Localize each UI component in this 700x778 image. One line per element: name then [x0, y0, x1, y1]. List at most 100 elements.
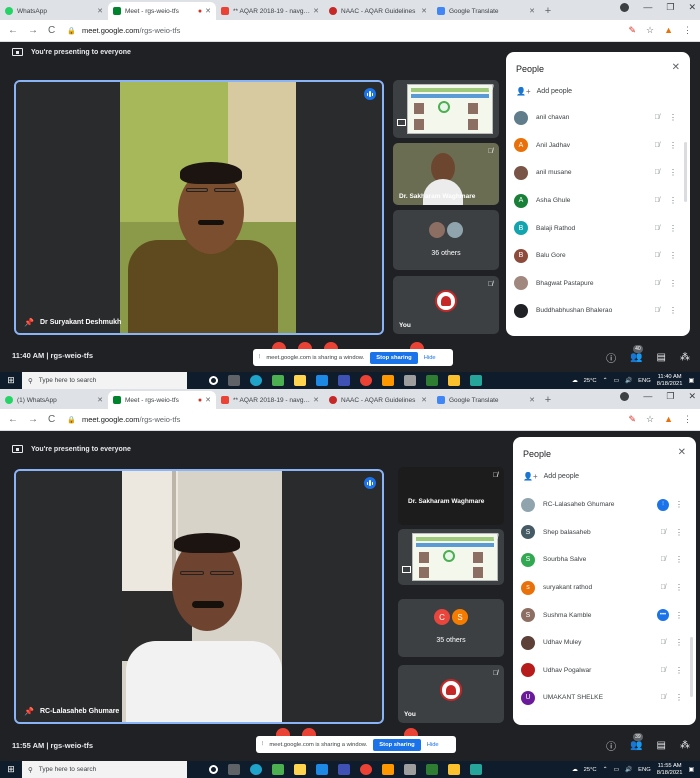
presentation-tile[interactable]: 🎙̸: [393, 80, 499, 138]
info-icon[interactable]: ⓘ: [606, 738, 616, 753]
windows-start-icon[interactable]: ⊞: [0, 375, 22, 386]
files-icon[interactable]: [382, 375, 394, 386]
excel-icon[interactable]: [426, 764, 438, 775]
weather-icon[interactable]: ☁: [572, 767, 578, 773]
browser-tab-active[interactable]: Meet - rgs-weio-tfs ● ✕: [108, 391, 216, 409]
chat-icon[interactable]: ▤: [657, 740, 666, 751]
camera-in-use-icon[interactable]: ✎: [628, 25, 636, 36]
shield-icon[interactable]: [448, 764, 460, 775]
more-options-icon[interactable]: ⋮: [666, 113, 680, 122]
url-field[interactable]: 🔒 meet.google.com/rgs-weio-tfs: [67, 415, 180, 424]
participant-row[interactable]: S Shep balasaheb 🎙̸ ⋮: [521, 519, 686, 547]
stop-sharing-button[interactable]: Stop sharing: [370, 351, 418, 364]
participant-row[interactable]: U UMAKANT SHELKE 🎙̸ ⋮: [521, 684, 686, 712]
back-icon[interactable]: ←: [8, 25, 18, 36]
scrollbar[interactable]: [690, 637, 693, 697]
new-tab-button[interactable]: +: [540, 2, 556, 20]
more-options-icon[interactable]: ⋮: [672, 666, 686, 675]
store-icon[interactable]: [272, 764, 284, 775]
menu-icon[interactable]: ⋮: [683, 25, 692, 36]
lock-app-icon[interactable]: [294, 764, 306, 775]
mic-button[interactable]: [276, 728, 290, 736]
files-icon[interactable]: [382, 764, 394, 775]
people-icon[interactable]: 👥 39: [630, 733, 643, 751]
more-options-icon[interactable]: ⋮: [666, 168, 680, 177]
task-view-icon[interactable]: [228, 764, 240, 775]
menu-icon[interactable]: ⋮: [683, 414, 692, 425]
close-window-icon[interactable]: ✕: [688, 2, 696, 13]
lock-app-icon[interactable]: [294, 375, 306, 386]
participant-row[interactable]: anil musane 🎙̸ ⋮: [514, 159, 680, 187]
main-video-tile[interactable]: 📌 RC-Lalasaheb Ghumare: [14, 469, 384, 724]
browser-tab[interactable]: Google Translate ✕: [432, 2, 540, 20]
maximize-icon[interactable]: ❐: [666, 2, 674, 13]
close-tab-icon[interactable]: ✕: [421, 396, 427, 404]
edge-icon[interactable]: [250, 375, 262, 386]
browser-tab[interactable]: Google Translate ✕: [432, 391, 540, 409]
activities-icon[interactable]: ⁂: [680, 352, 690, 363]
close-tab-icon[interactable]: ✕: [97, 7, 103, 15]
pin-icon[interactable]: 📌: [24, 707, 34, 716]
profile-icon[interactable]: [620, 3, 630, 12]
edge-icon[interactable]: [250, 764, 262, 775]
task-view-icon[interactable]: [228, 375, 240, 386]
more-options-icon[interactable]: ⋮: [666, 306, 680, 315]
browser-tab[interactable]: (1) WhatsApp ✕: [0, 391, 108, 409]
more-options-icon[interactable]: ⋮: [672, 583, 686, 592]
presentation-tile[interactable]: 🎙̸: [398, 529, 504, 585]
close-tab-icon[interactable]: ✕: [205, 7, 211, 15]
participant-row[interactable]: A Asha Ghule 🎙̸ ⋮: [514, 187, 680, 215]
participant-tile[interactable]: 🎙̸ Dr. Sakharam Waghmare: [398, 467, 504, 525]
profile-icon[interactable]: [620, 392, 630, 401]
cortana-icon[interactable]: [209, 376, 218, 385]
shield-icon[interactable]: [448, 375, 460, 386]
more-options-icon[interactable]: ⋮: [672, 693, 686, 702]
browser-tab[interactable]: ** AQAR 2018-19 - navgan2 ✕: [216, 2, 324, 20]
pen-app-icon[interactable]: [404, 375, 416, 386]
image-app-icon[interactable]: [470, 764, 482, 775]
close-icon[interactable]: ✕: [678, 447, 686, 458]
others-tile[interactable]: C S 35 others: [398, 599, 504, 657]
hide-button[interactable]: Hide: [427, 742, 439, 748]
clock[interactable]: 11:55 AM 8/18/2021: [657, 763, 683, 777]
reload-icon[interactable]: C: [48, 414, 55, 425]
tray-arrow-icon[interactable]: ⌃: [603, 378, 608, 384]
maximize-icon[interactable]: ❐: [666, 391, 674, 402]
participant-row[interactable]: RC-Lalasaheb Ghumare ⦙ ⋮: [521, 491, 686, 519]
participant-row[interactable]: Buddhabhushan Bhalerao 🎙̸ ⋮: [514, 297, 680, 325]
more-options-icon[interactable]: ⋮: [666, 279, 680, 288]
url-field[interactable]: 🔒 meet.google.com/rgs-weio-tfs: [67, 26, 180, 35]
back-icon[interactable]: ←: [8, 414, 18, 425]
participant-row[interactable]: anil chavan 🎙̸ ⋮: [514, 104, 680, 132]
participant-row[interactable]: S Sourbha Salve 🎙̸ ⋮: [521, 546, 686, 574]
weather-icon[interactable]: ☁: [572, 378, 578, 384]
more-options-icon[interactable]: ⋮: [666, 141, 680, 150]
participant-row[interactable]: A Anil Jadhav 🎙̸ ⋮: [514, 132, 680, 160]
others-tile[interactable]: 36 others: [393, 210, 499, 270]
close-tab-icon[interactable]: ✕: [313, 396, 319, 404]
main-video-tile[interactable]: 📌 Dr Suryakant Deshmukh: [14, 80, 384, 335]
meeting-details[interactable]: 11:40 AM | rgs-weio-tfs: [12, 351, 93, 360]
extension-icon[interactable]: ▲: [664, 414, 673, 425]
photos-icon[interactable]: [338, 764, 350, 775]
browser-tab[interactable]: NAAC - AQAR Guidelines ✕: [324, 2, 432, 20]
notification-icon[interactable]: ▣: [689, 767, 694, 773]
extension-icon[interactable]: ▲: [664, 25, 673, 36]
close-tab-icon[interactable]: ✕: [529, 396, 535, 404]
clock[interactable]: 11:40 AM 8/18/2021: [657, 374, 683, 388]
notification-icon[interactable]: ▣: [689, 378, 694, 384]
close-tab-icon[interactable]: ✕: [421, 7, 427, 15]
minimize-icon[interactable]: —: [643, 391, 652, 402]
participant-tile[interactable]: 🎙̸ Dr. Sakharam Waghmare: [393, 143, 499, 205]
volume-icon[interactable]: 🔊: [625, 767, 632, 773]
taskbar-search[interactable]: ⚲ Type here to search: [22, 372, 187, 389]
more-options-icon[interactable]: ⋮: [666, 196, 680, 205]
more-options-icon[interactable]: ⋮: [672, 528, 686, 537]
reload-icon[interactable]: C: [48, 25, 55, 36]
browser-tab[interactable]: NAAC - AQAR Guidelines ✕: [324, 391, 432, 409]
scrollbar[interactable]: [684, 142, 687, 202]
participant-row[interactable]: Bhagwat Pastapure 🎙̸ ⋮: [514, 270, 680, 298]
store-icon[interactable]: [272, 375, 284, 386]
self-tile[interactable]: 🎙̸ You: [398, 665, 504, 723]
photos-icon[interactable]: [338, 375, 350, 386]
